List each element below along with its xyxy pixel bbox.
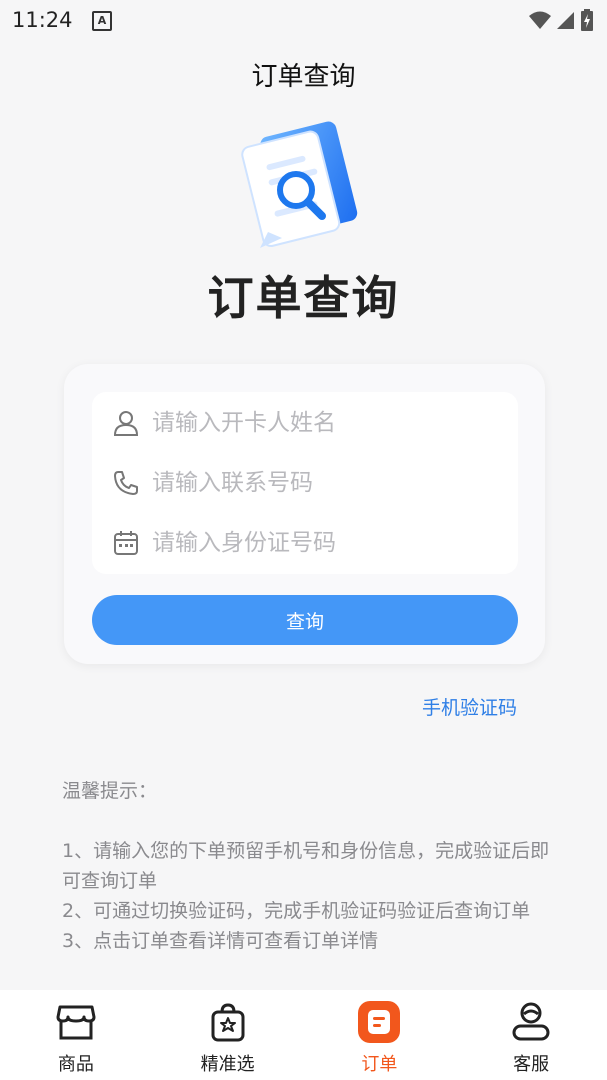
notification-a-icon: A [92,11,112,31]
wifi-icon [529,11,551,29]
tab-products[interactable]: 商品 [0,990,152,1080]
tab-customer-service[interactable]: 客服 [455,990,607,1080]
query-button[interactable]: 查询 [92,595,518,645]
document-search-icon [238,120,368,259]
tips-section: 温馨提示： 1、请输入您的下单预留手机号和身份信息，完成验证后即可查询订单 2、… [62,776,552,956]
battery-icon [581,9,593,31]
store-icon [54,1000,98,1044]
status-indicators [529,9,593,31]
phone-row [92,453,518,513]
sms-verification-link[interactable]: 手机验证码 [422,693,517,720]
bottom-tab-bar: 商品 精准选 订单 客服 [0,990,607,1080]
query-form [92,392,518,574]
query-card: 查询 [64,364,545,664]
tip-item: 2、可通过切换验证码，完成手机验证码验证后查询订单 [62,900,531,922]
page-title: 订单查询 [251,62,356,92]
tip-item: 3、点击订单查看详情可查看订单详情 [62,930,379,952]
hero-title: 订单查询 [207,271,400,325]
tab-label: 商品 [57,1054,94,1075]
shopping-bag-star-icon [206,1000,250,1044]
user-icon [112,409,140,437]
tab-label: 订单 [361,1054,398,1075]
tab-label: 客服 [513,1054,550,1075]
phone-icon [112,469,140,497]
calendar-icon [112,529,140,557]
id-row [92,513,518,573]
customer-service-icon [509,1000,553,1044]
tab-selection[interactable]: 精准选 [152,990,304,1080]
tips-title: 温馨提示： [62,780,158,802]
status-time: 11:24 [12,8,73,32]
signal-icon [557,12,574,29]
tab-orders[interactable]: 订单 [304,990,456,1080]
order-icon [357,1000,401,1044]
name-input[interactable] [152,410,492,436]
name-row [92,393,518,453]
tip-item: 1、请输入您的下单预留手机号和身份信息，完成验证后即可查询订单 [62,840,550,892]
tab-label: 精准选 [200,1054,255,1075]
status-bar: 11:24 A [0,0,607,42]
id-number-input[interactable] [152,530,492,556]
phone-input[interactable] [152,470,492,496]
